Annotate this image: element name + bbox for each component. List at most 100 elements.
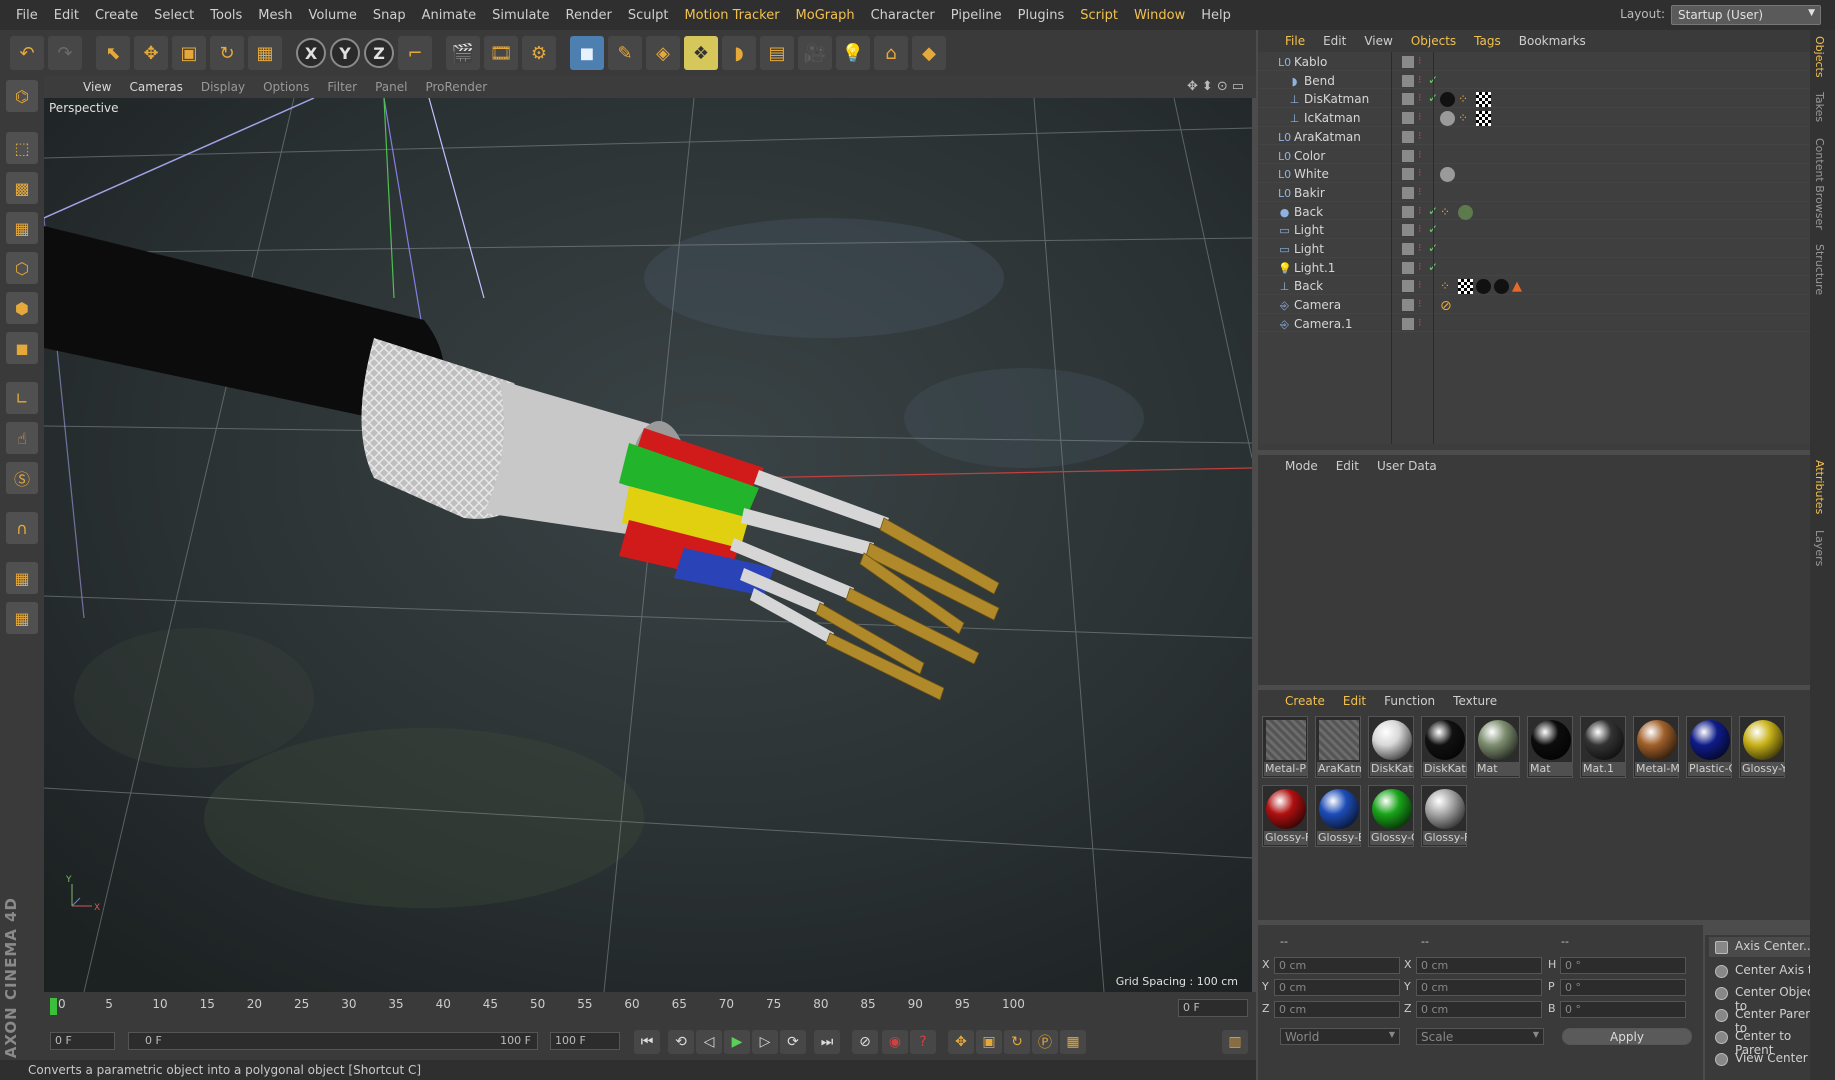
layout-select[interactable]: Startup (User) ▼ [1671,5,1821,25]
texture-tag-icon[interactable]: ⁘ [1458,111,1473,126]
camera-label[interactable]: Perspective [49,101,119,115]
edit-icon[interactable] [1402,317,1414,330]
coord-field[interactable]: 0 cm [1416,1001,1542,1018]
solo-icon[interactable]: Ⓢ [6,462,38,494]
coord-field[interactable]: 0 ° [1560,957,1686,974]
menu-file[interactable]: File [8,8,46,23]
black-sphere-tag-icon[interactable] [1476,279,1491,295]
objects-menu-tags[interactable]: Tags [1465,34,1510,48]
material-swatch[interactable]: AraKatm [1315,716,1361,778]
coord-field[interactable]: 0 ° [1560,979,1686,996]
object-row[interactable]: ▭Light⁝✓ [1258,239,1810,258]
start-frame-field[interactable]: 0 F [50,1032,115,1050]
move-icon[interactable]: ✥ [134,36,168,70]
visibility-dots-icon[interactable]: ⁝ [1418,204,1422,217]
cloner-icon[interactable]: ❖ [684,36,718,70]
menu-render[interactable]: Render [558,8,620,23]
visibility-dots-icon[interactable]: ⁝ [1418,260,1422,273]
polygons-mode-icon[interactable]: ◼ [6,332,38,364]
end-frame-field[interactable]: 100 F [550,1032,620,1050]
side-tab-structure[interactable]: Structure [1813,244,1826,295]
coordinate-system-icon[interactable]: ⌐ [398,36,432,70]
black-sphere-tag-icon[interactable] [1440,92,1455,108]
edit-icon[interactable] [1402,149,1414,162]
object-row[interactable]: L0 Kablo ⁝ [1258,52,1810,71]
object-row[interactable]: ⊥DisKatman⁝✓⁘ [1258,89,1810,109]
menu-script[interactable]: Script [1072,8,1126,23]
next-key-icon[interactable]: ⟳ [780,1030,806,1054]
material-swatch[interactable]: Plastic-C [1686,716,1732,778]
menu-snap[interactable]: Snap [365,8,414,23]
menu-character[interactable]: Character [863,8,943,23]
workplane-icon[interactable]: ▦ [6,212,38,244]
previous-frame-icon[interactable]: ◁ [696,1030,722,1054]
object-row[interactable]: ◗Bend⁝✓ [1258,71,1810,90]
recent-tools-icon[interactable]: ▦ [248,36,282,70]
render-view-icon[interactable]: 🎬 [446,36,480,70]
apply-button[interactable]: Apply [1562,1028,1692,1045]
key-pla-icon[interactable]: ▦ [1060,1030,1086,1054]
object-row[interactable]: ⊥ IcKatman ⁝ ⁘ [1258,108,1810,127]
edit-icon[interactable] [1402,224,1414,237]
cube-primitive-icon[interactable]: ◼ [570,36,604,70]
visibility-dots-icon[interactable]: ⁝ [1418,316,1422,329]
coord-scale-select[interactable]: Scale ▼ [1416,1028,1544,1045]
light-icon[interactable]: 💡 [836,36,870,70]
texture-tag-icon[interactable]: ⁘ [1440,205,1455,220]
viewport-menu-filter[interactable]: Filter [318,80,366,94]
object-row[interactable]: ●Back⁝✓⁘ [1258,202,1810,221]
viewport-menu-prorender[interactable]: ProRender [416,80,496,94]
edit-icon[interactable] [1402,186,1414,199]
material-swatch[interactable]: Mat [1474,716,1520,778]
material-swatch[interactable]: Metal-M [1633,716,1679,778]
key-scale-icon[interactable]: ▣ [976,1030,1002,1054]
object-row[interactable]: 💡Light.1⁝✓ [1258,258,1810,277]
menu-help[interactable]: Help [1193,8,1239,23]
visibility-dots-icon[interactable]: ⁝ [1418,91,1422,104]
material-swatch[interactable]: Glossy-F [1262,785,1308,847]
side-tab-objects[interactable]: Objects [1813,36,1826,78]
key-rotation-icon[interactable]: ↻ [1004,1030,1030,1054]
background-icon[interactable]: ⌂ [874,36,908,70]
current-frame-field[interactable]: 0 F [1178,999,1248,1017]
menu-create[interactable]: Create [87,8,146,23]
planar-workplane-icon[interactable]: ▦ [6,602,38,634]
object-row[interactable]: ⎆ Camera.1 ⁝ [1258,314,1810,333]
checker-tag-icon[interactable] [1476,111,1491,127]
coord-field[interactable]: 0 cm [1416,979,1542,996]
texture-mode-icon[interactable]: ▩ [6,172,38,204]
menu-animate[interactable]: Animate [414,8,484,23]
edit-icon[interactable] [1402,56,1414,68]
timeline-ruler[interactable]: 0 5 10 15 20 25 30 35 40 45 50 55 60 65 70 75 80 85 90 95 10… [44,992,1256,1022]
menu-window[interactable]: Window [1126,8,1193,23]
black-sphere-tag-icon[interactable] [1494,279,1509,295]
points-mode-icon[interactable]: ⬡ [6,252,38,284]
edges-mode-icon[interactable]: ⬢ [6,292,38,324]
key-parameter-icon[interactable]: Ⓟ [1032,1030,1058,1054]
viewport-menu-panel[interactable]: Panel [366,80,416,94]
visibility-dots-icon[interactable]: ⁝ [1418,166,1422,179]
menu-edit[interactable]: Edit [46,8,87,23]
material-swatch[interactable]: Glossy-Y [1739,716,1785,778]
visibility-dots-icon[interactable]: ⁝ [1418,54,1422,67]
object-row[interactable]: L0 AraKatman ⁝ [1258,127,1810,146]
coord-field[interactable]: 0 cm [1274,979,1400,996]
objects-menu-objects[interactable]: Objects [1402,34,1465,48]
render-picture-viewer-icon[interactable]: 🎞 [484,36,518,70]
play-icon[interactable]: ▶ [724,1030,750,1054]
menu-pipeline[interactable]: Pipeline [943,8,1010,23]
menu-motion-tracker[interactable]: Motion Tracker [676,8,787,23]
coord-field[interactable]: 0 cm [1274,1001,1400,1018]
object-row[interactable]: L0 Color ⁝ [1258,146,1810,165]
edit-icon[interactable] [1402,112,1414,125]
menu-select[interactable]: Select [146,8,202,23]
visibility-dots-icon[interactable]: ⁝ [1418,241,1422,254]
redo-icon[interactable]: ↷ [48,36,82,70]
attributes-menu-edit[interactable]: Edit [1327,459,1368,473]
menu-simulate[interactable]: Simulate [484,8,557,23]
side-tab-content-browser[interactable]: Content Browser [1813,138,1826,230]
coord-mode-select[interactable]: World ▼ [1280,1028,1400,1045]
camera-icon[interactable]: 🎥 [798,36,832,70]
record-active-objects-icon[interactable]: ⊘ [852,1030,878,1054]
objects-menu-bookmarks[interactable]: Bookmarks [1510,34,1595,48]
